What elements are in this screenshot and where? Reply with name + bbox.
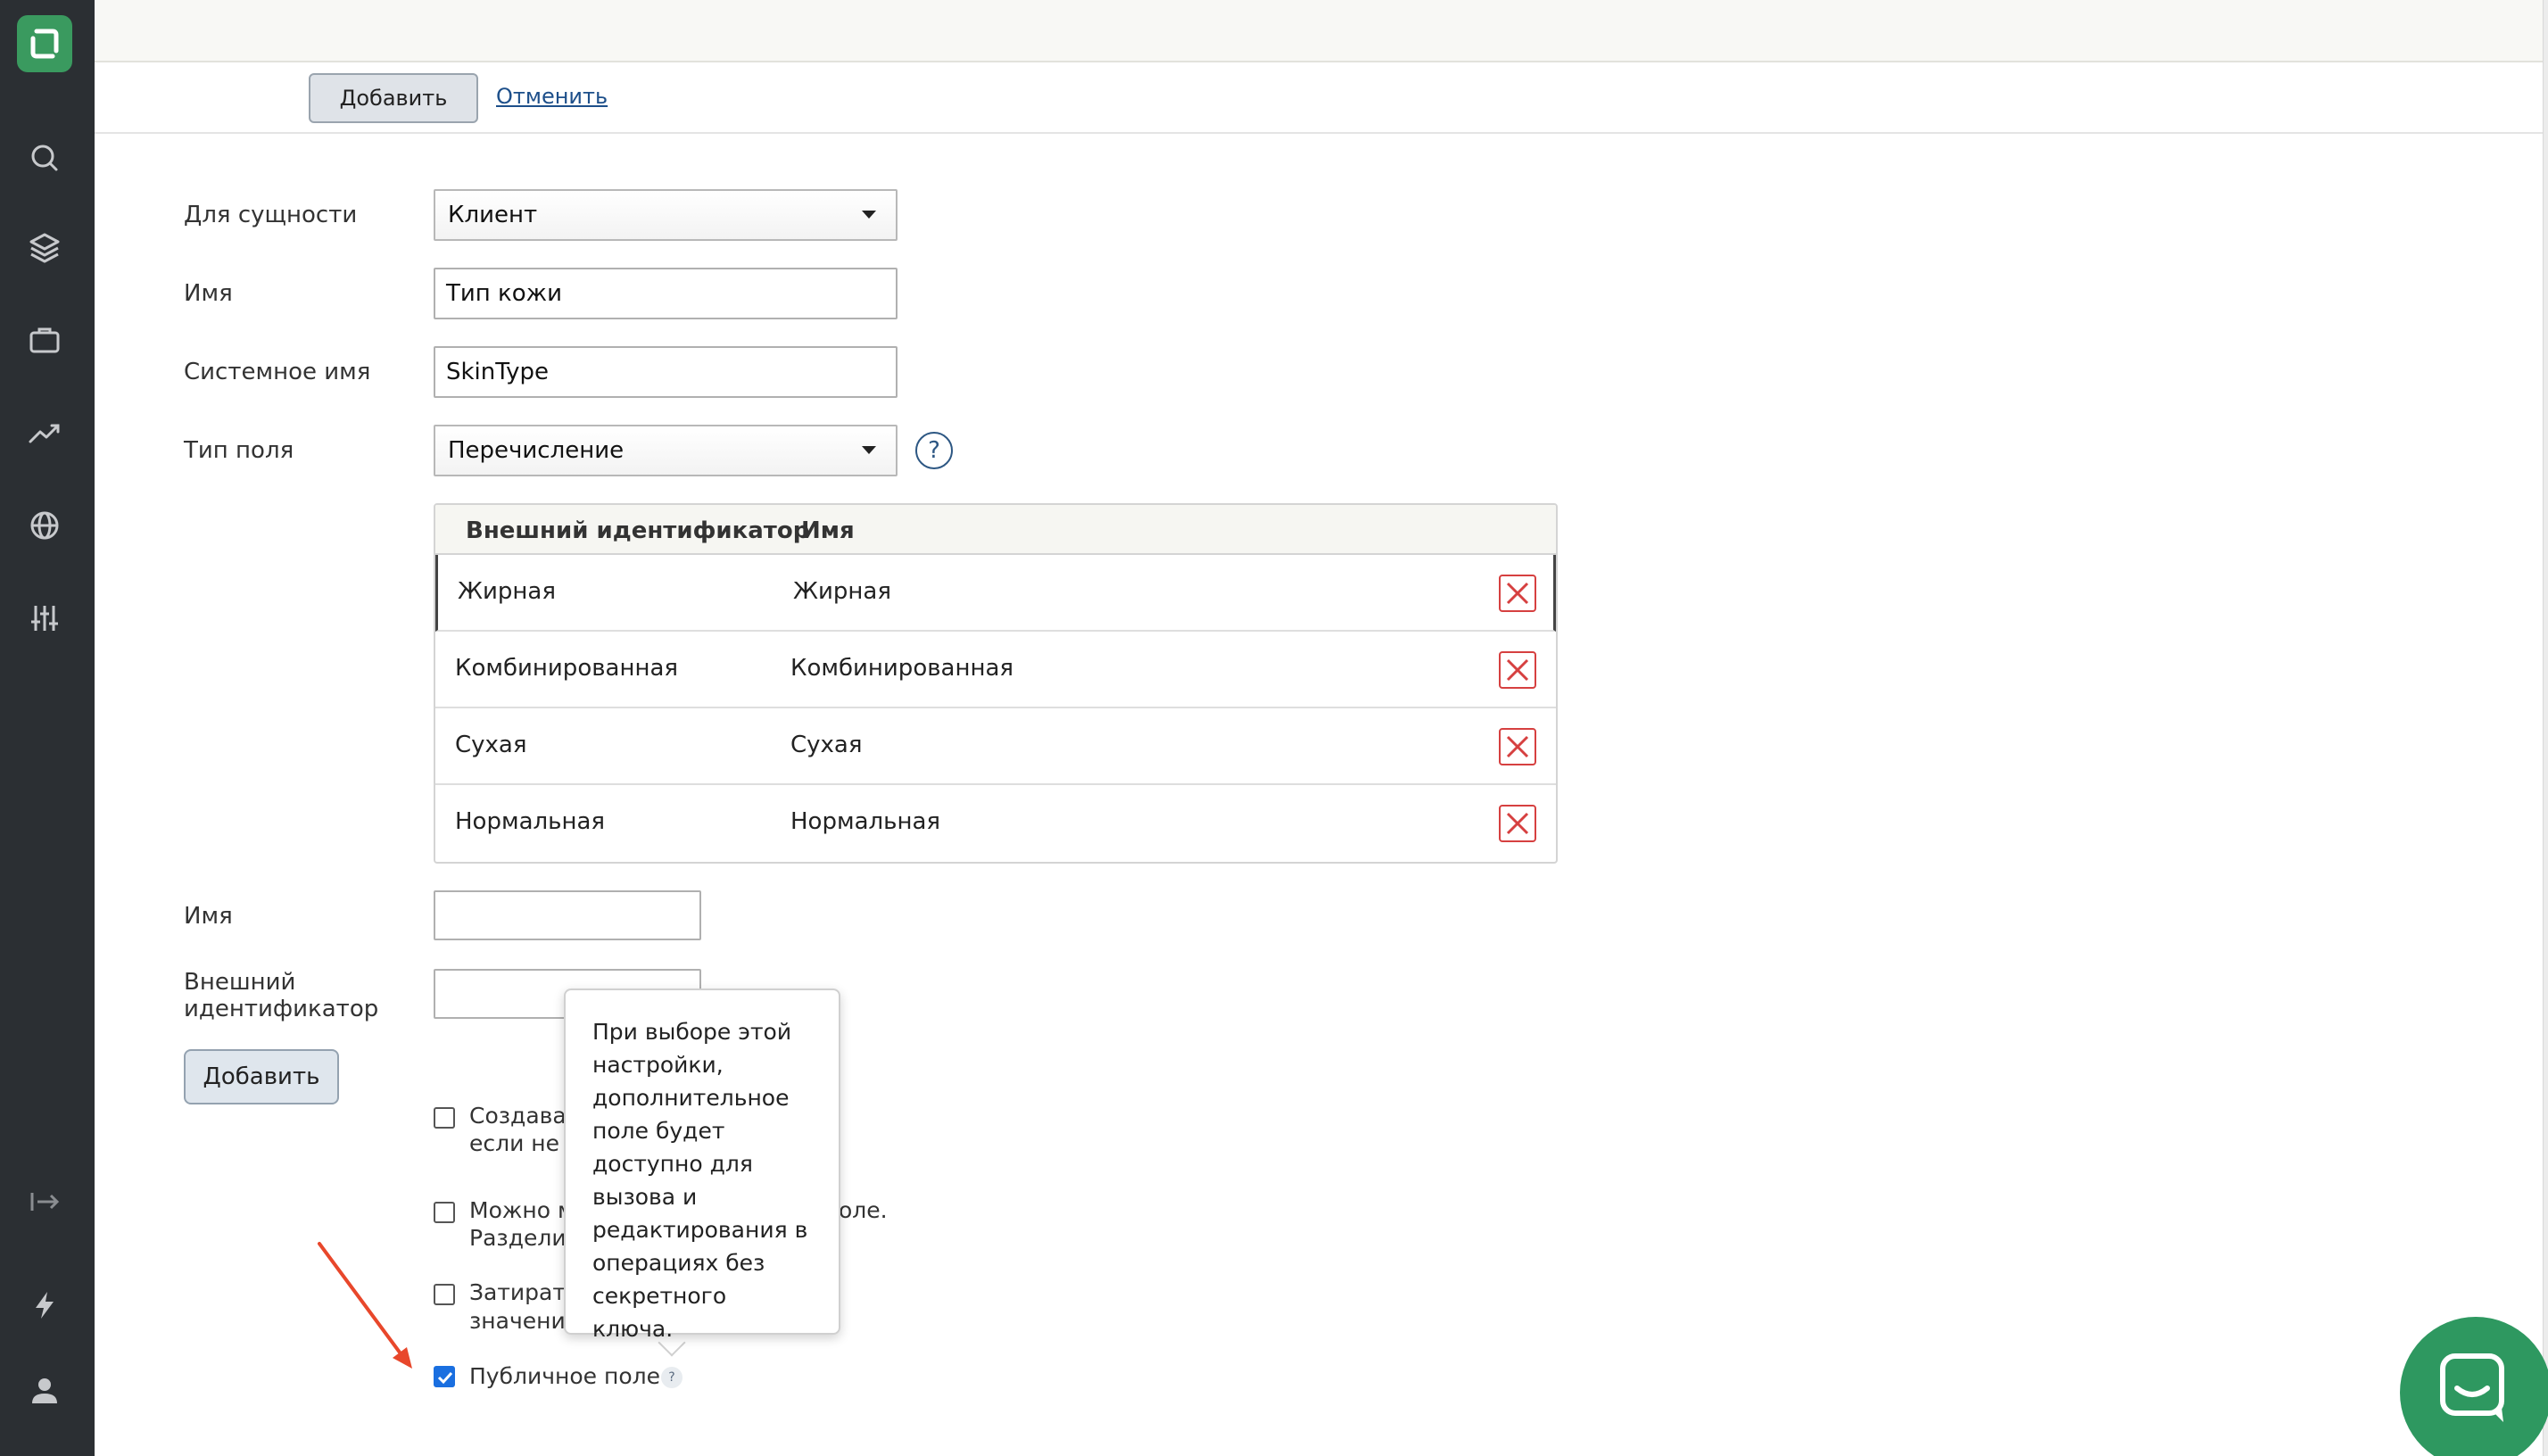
field-type-select[interactable]: Перечисление bbox=[434, 425, 898, 476]
row-external-id: Сухая bbox=[455, 732, 527, 758]
name-input[interactable]: Тип кожи bbox=[434, 268, 898, 319]
option-label-line2: значение bbox=[469, 1308, 580, 1334]
new-ext-id-label: Внешний идентификатор bbox=[184, 969, 379, 1022]
option-label: Можно м bbox=[469, 1197, 575, 1223]
user-icon[interactable] bbox=[24, 1370, 65, 1411]
option-label: Затирать bbox=[469, 1279, 579, 1305]
field-type-select-value: Перечисление bbox=[448, 437, 625, 464]
tooltip-line: При выборе этой bbox=[592, 1019, 792, 1045]
chat-widget-button[interactable] bbox=[2400, 1317, 2548, 1456]
tooltip-line: доступно для bbox=[592, 1151, 753, 1177]
briefcase-icon[interactable] bbox=[24, 319, 65, 360]
sidebar bbox=[0, 0, 95, 1456]
option-label-line2: Разделит bbox=[469, 1225, 580, 1251]
delete-row-button[interactable] bbox=[1499, 805, 1536, 842]
help-icon[interactable]: ? bbox=[915, 432, 953, 469]
help-icon[interactable]: ? bbox=[661, 1367, 682, 1388]
chevron-down-icon bbox=[862, 446, 876, 454]
option-checkbox[interactable] bbox=[434, 1107, 455, 1129]
tooltip-line: операциях без bbox=[592, 1250, 765, 1276]
close-icon bbox=[1506, 582, 1529, 605]
delete-row-button[interactable] bbox=[1499, 728, 1536, 765]
table-row[interactable]: Нормальная Нормальная bbox=[435, 785, 1556, 862]
system-name-label: Системное имя bbox=[184, 359, 371, 385]
tooltip-line: секретного ключа. bbox=[592, 1283, 727, 1342]
tooltip-line: дополнительное bbox=[592, 1085, 790, 1111]
row-external-id: Жирная bbox=[458, 578, 556, 605]
option-label: Создават bbox=[469, 1103, 580, 1129]
entity-select[interactable]: Клиент bbox=[434, 189, 898, 241]
tooltip-line: настройки, bbox=[592, 1052, 724, 1078]
add-button[interactable]: Добавить bbox=[309, 73, 478, 123]
tooltip-line: поле будет bbox=[592, 1118, 725, 1144]
option-checkbox[interactable] bbox=[434, 1202, 455, 1223]
top-bar bbox=[95, 0, 2548, 62]
logout-icon[interactable] bbox=[24, 1181, 65, 1222]
table-row[interactable]: Комбинированная Комбинированная bbox=[435, 632, 1556, 708]
annotation-arrow-icon bbox=[318, 1242, 412, 1369]
enum-values-table: Внешний идентификатор Имя Жирная Жирная … bbox=[434, 503, 1558, 864]
delete-row-button[interactable] bbox=[1499, 575, 1536, 612]
row-name: Сухая bbox=[790, 732, 863, 758]
delete-row-button[interactable] bbox=[1499, 651, 1536, 689]
option-checkbox[interactable] bbox=[434, 1284, 455, 1305]
row-external-id: Комбинированная bbox=[455, 655, 679, 682]
chat-icon bbox=[2440, 1353, 2504, 1422]
lightning-icon[interactable] bbox=[24, 1285, 65, 1326]
logo-icon[interactable] bbox=[17, 15, 72, 72]
column-header-external-id: Внешний идентификатор bbox=[466, 517, 810, 544]
globe-icon[interactable] bbox=[24, 505, 65, 546]
table-header: Внешний идентификатор Имя bbox=[435, 505, 1556, 555]
close-icon bbox=[1506, 658, 1529, 682]
column-header-name: Имя bbox=[801, 517, 855, 544]
field-type-label: Тип поля bbox=[184, 437, 294, 464]
chevron-down-icon bbox=[862, 211, 876, 219]
trend-icon[interactable] bbox=[24, 412, 65, 453]
table-row[interactable]: Сухая Сухая bbox=[435, 708, 1556, 785]
system-name-input[interactable]: SkinType bbox=[434, 346, 898, 398]
entity-select-value: Клиент bbox=[448, 202, 538, 228]
close-icon bbox=[1506, 812, 1529, 835]
public-field-checkbox[interactable] bbox=[434, 1366, 455, 1387]
search-icon[interactable] bbox=[24, 137, 65, 178]
scrollbar[interactable] bbox=[2543, 0, 2548, 1456]
entity-label: Для сущности bbox=[184, 202, 358, 228]
new-name-input[interactable] bbox=[434, 890, 701, 940]
close-icon bbox=[1506, 735, 1529, 758]
table-row[interactable]: Жирная Жирная bbox=[435, 555, 1556, 632]
tooltip-line: редактирования в bbox=[592, 1217, 808, 1243]
row-external-id: Нормальная bbox=[455, 808, 606, 835]
tooltip-line: вызова и bbox=[592, 1184, 698, 1210]
name-label: Имя bbox=[184, 280, 233, 307]
new-name-label: Имя bbox=[184, 903, 233, 930]
tooltip: При выборе этой настройки, дополнительно… bbox=[564, 989, 840, 1342]
sliders-icon[interactable] bbox=[24, 598, 65, 639]
option-label-tail: оле. bbox=[839, 1197, 888, 1223]
check-icon bbox=[437, 1371, 453, 1385]
cancel-link[interactable]: Отменить bbox=[496, 84, 608, 109]
public-field-label: Публичное поле bbox=[469, 1363, 660, 1389]
row-name: Нормальная bbox=[790, 808, 941, 835]
add-value-button[interactable]: Добавить bbox=[184, 1049, 339, 1104]
row-name: Жирная bbox=[793, 578, 891, 605]
row-name: Комбинированная bbox=[790, 655, 1014, 682]
layers-icon[interactable] bbox=[24, 227, 65, 268]
